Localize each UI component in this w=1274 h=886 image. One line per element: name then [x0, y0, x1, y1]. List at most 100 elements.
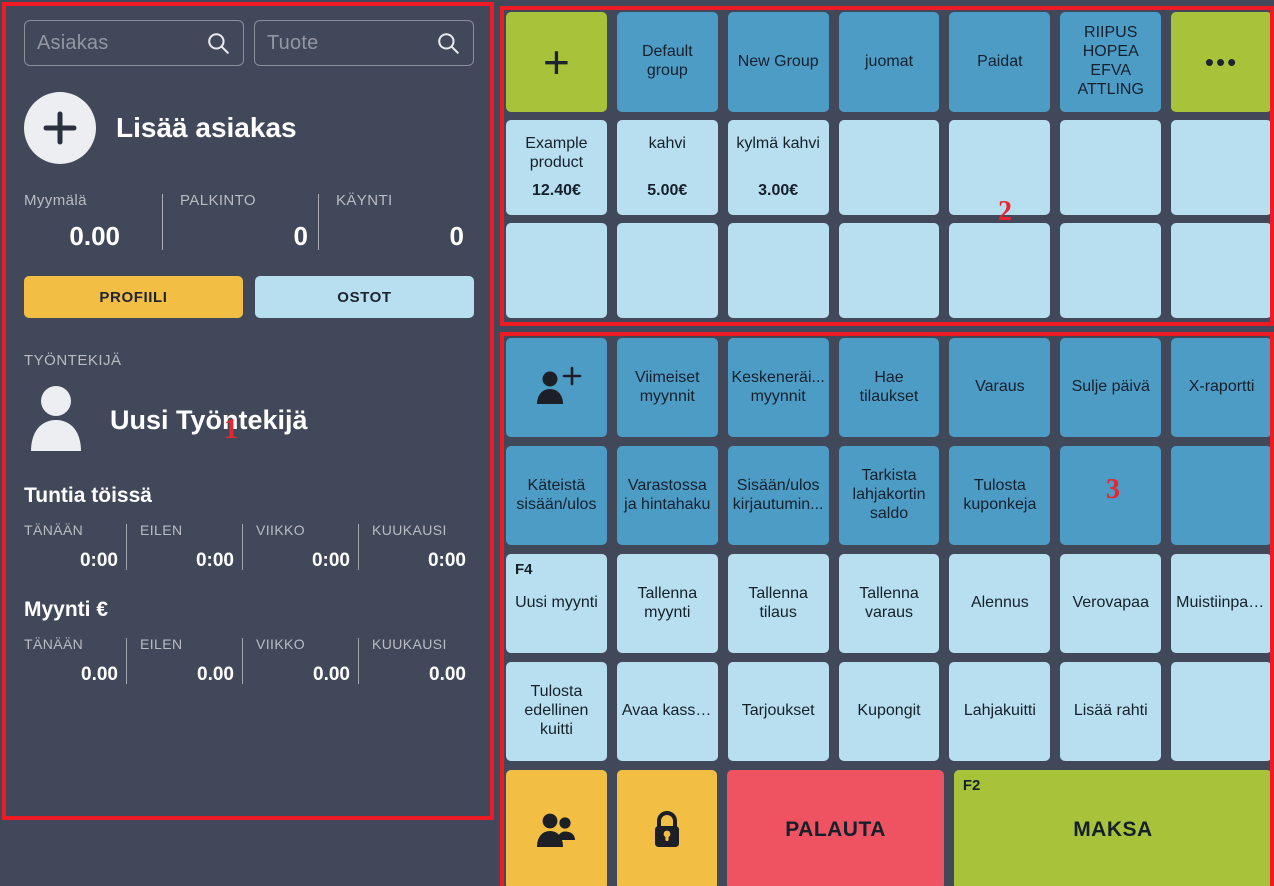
col-value: 0.00 [197, 664, 234, 685]
col-label: VIIKKO [256, 522, 306, 538]
more-groups-button[interactable]: ••• [1171, 12, 1273, 112]
employee-row[interactable]: Uusi Työntekijä [24, 383, 474, 458]
group-tab-riipus-hopea[interactable]: RIIPUS HOPEA EFVA ATTLING [1060, 12, 1162, 112]
product-tile-kahvi[interactable]: kahvi 5.00€ [616, 120, 718, 215]
product-tile-empty[interactable] [506, 223, 607, 318]
search-icon[interactable] [205, 30, 231, 56]
product-tile-example-product[interactable]: Example product 12.40€ [506, 120, 607, 215]
product-tile-empty[interactable] [1060, 120, 1162, 215]
stat-label: Myymälä [24, 192, 87, 209]
col-label: TÄNÄÄN [24, 522, 84, 538]
col-label: VIIKKO [256, 636, 306, 652]
function-button-lisaa-rahti[interactable]: Lisää rahti [1060, 662, 1162, 761]
function-button-sulje-paiva[interactable]: Sulje päivä [1060, 338, 1162, 437]
function-button-tulosta-kuponkeja[interactable]: Tulosta kuponkeja [949, 446, 1051, 545]
group-tab-paidat[interactable]: Paidat [949, 12, 1051, 112]
action-button-label: PALAUTA [785, 817, 886, 841]
add-customer-function-button[interactable] [506, 338, 607, 437]
ostot-button[interactable]: OSTOT [255, 276, 474, 318]
function-button-label: Muistiinpan... [1176, 594, 1268, 612]
function-button-tarjoukset[interactable]: Tarjoukset [727, 662, 829, 761]
plus-circle-icon[interactable] [24, 92, 96, 164]
function-button-lahjakuitti[interactable]: Lahjakuitti [949, 662, 1051, 761]
product-tile-kylma-kahvi[interactable]: kylmä kahvi 3.00€ [727, 120, 829, 215]
col-label: KUUKAUSI [372, 636, 447, 652]
function-button-verovapaa[interactable]: Verovapaa [1060, 554, 1162, 653]
product-tile-empty[interactable] [1171, 223, 1273, 318]
function-button-tulosta-edellinen-kuitti[interactable]: Tulosta edellinen kuitti [506, 662, 607, 761]
function-button-empty[interactable] [1171, 662, 1273, 761]
product-name: Example product [525, 135, 588, 172]
function-button-varastossa-ja-hintahaku[interactable]: Varastossa ja hintahaku [616, 446, 718, 545]
function-button-empty[interactable] [1171, 446, 1273, 545]
function-button-avaa-kassalaatikko[interactable]: Avaa kassalaatik... [616, 662, 718, 761]
stat-label: PALKINTO [180, 192, 257, 209]
function-button-kateista-sisaan-ulos[interactable]: Käteistä sisään/ulos [506, 446, 607, 545]
group-tab-new-group[interactable]: New Group [727, 12, 829, 112]
function-button-tallenna-myynti[interactable]: Tallenna myynti [616, 554, 718, 653]
function-button-kupongit[interactable]: Kupongit [838, 662, 940, 761]
switch-user-button[interactable] [506, 770, 607, 886]
profiili-button[interactable]: PROFIILI [24, 276, 243, 318]
function-button-tallenna-varaus[interactable]: Tallenna varaus [838, 554, 940, 653]
product-tile-empty[interactable] [1060, 223, 1162, 318]
product-group-tab-row: + Default group New Group juomat Paidat … [506, 12, 1273, 112]
customer-stats: Myymälä 0.00 PALKINTO 0 KÄYNTI 0 [24, 192, 474, 252]
function-button-uusi-myynti[interactable]: F4 Uusi myynti [506, 554, 607, 653]
stat-value: 0.00 [69, 221, 120, 251]
search-row: Asiakas Tuote [24, 20, 474, 66]
search-icon[interactable] [435, 30, 461, 56]
col-label: EILEN [140, 636, 183, 652]
product-price: 12.40€ [531, 182, 581, 200]
lock-icon [649, 809, 685, 851]
group-tab-default-group[interactable]: Default group [616, 12, 718, 112]
hotkey-label: F2 [962, 777, 981, 794]
sales-week: VIIKKO 0.00 [242, 636, 358, 686]
right-side: + Default group New Group juomat Paidat … [500, 0, 1274, 886]
customer-search-placeholder: Asiakas [37, 31, 109, 54]
product-tile-empty[interactable] [949, 223, 1051, 318]
palauta-button[interactable]: PALAUTA [727, 770, 944, 886]
function-button-viimeiset-myynnit[interactable]: Viimeiset myynnit [616, 338, 718, 437]
pos-application-window: Asiakas Tuote Lisää asiakas Myymälä 0.00… [0, 0, 1274, 886]
function-row-1: Viimeiset myynnit Keskeneräi... myynnit … [506, 338, 1273, 437]
function-button-x-raportti[interactable]: X-raportti [1171, 338, 1273, 437]
product-tile-empty[interactable] [727, 223, 829, 318]
col-value: 0:00 [311, 550, 350, 571]
sales-stats: TÄNÄÄN 0.00 EILEN 0.00 VIIKKO 0.00 KUUKA… [24, 636, 474, 686]
sales-today: TÄNÄÄN 0.00 [24, 636, 126, 686]
function-button-keskeneraiset-myynnit[interactable]: Keskeneräi... myynnit [727, 338, 829, 437]
function-button-varaus[interactable]: Varaus [949, 338, 1051, 437]
function-button-muistiinpanot[interactable]: Muistiinpan... [1171, 554, 1273, 653]
ellipsis-icon: ••• [1204, 47, 1239, 77]
customer-employee-panel: Asiakas Tuote Lisää asiakas Myymälä 0.00… [0, 0, 496, 886]
function-button-sisaan-ulos-kirjautuminen[interactable]: Sisään/ulos kirjautumin... [727, 446, 829, 545]
function-button-tarkista-lahjakortin-saldo[interactable]: Tarkista lahjakortin saldo [838, 446, 940, 545]
customer-search-input[interactable]: Asiakas [24, 20, 244, 66]
group-tab-juomat[interactable]: juomat [838, 12, 940, 112]
lock-button[interactable] [616, 770, 718, 886]
product-tile-empty[interactable] [838, 120, 940, 215]
hours-yesterday: EILEN 0:00 [126, 522, 242, 572]
maksa-button[interactable]: F2 MAKSA [953, 770, 1272, 886]
function-button-label: Avaa kassalaatik... [621, 702, 713, 720]
stat-myymala: Myymälä 0.00 [24, 192, 162, 252]
col-value: 0.00 [313, 664, 350, 685]
hours-month: KUUKAUSI 0:00 [358, 522, 474, 572]
function-button-tallenna-tilaus[interactable]: Tallenna tilaus [727, 554, 829, 653]
customer-action-buttons: PROFIILI OSTOT [24, 276, 474, 318]
function-button-alennus[interactable]: Alennus [949, 554, 1051, 653]
col-label: EILEN [140, 522, 183, 538]
stat-label: KÄYNTI [336, 192, 393, 209]
function-button-hae-tilaukset[interactable]: Hae tilaukset [838, 338, 940, 437]
function-button-panel: Viimeiset myynnit Keskeneräi... myynnit … [506, 338, 1273, 886]
product-search-input[interactable]: Tuote [254, 20, 474, 66]
add-person-icon [528, 364, 584, 412]
function-button-label: Uusi myynti [515, 594, 598, 612]
add-customer-row[interactable]: Lisää asiakas [24, 92, 474, 164]
product-tile-empty[interactable] [1171, 120, 1273, 215]
product-row [506, 223, 1273, 318]
product-tile-empty[interactable] [838, 223, 940, 318]
product-tile-empty[interactable] [616, 223, 718, 318]
add-group-button[interactable]: + [506, 12, 607, 112]
